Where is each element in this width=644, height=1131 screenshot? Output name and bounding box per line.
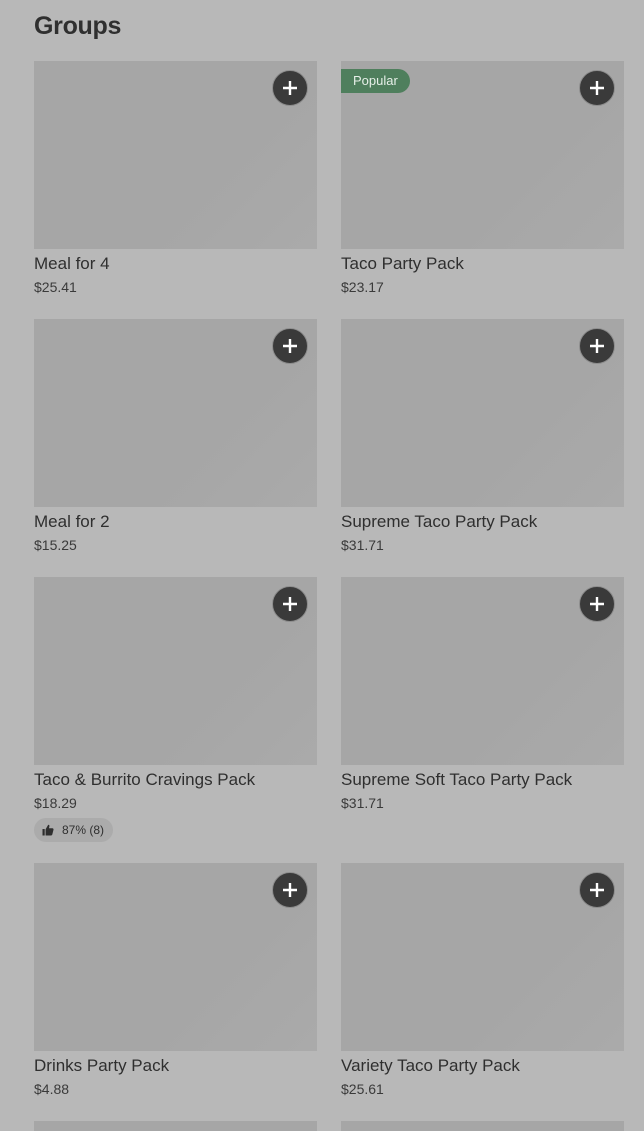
item-image-partial[interactable] bbox=[34, 1121, 317, 1131]
item-image bbox=[341, 863, 624, 1051]
add-item-button[interactable] bbox=[579, 586, 615, 622]
add-item-button[interactable] bbox=[272, 70, 308, 106]
item-price: $31.71 bbox=[341, 537, 384, 553]
add-item-button[interactable] bbox=[272, 872, 308, 908]
plus-icon bbox=[590, 883, 604, 897]
menu-item-card[interactable]: Meal for 2 $15.25 bbox=[34, 319, 317, 577]
item-image bbox=[341, 319, 624, 507]
item-name: Supreme Taco Party Pack bbox=[341, 512, 538, 531]
plus-icon bbox=[283, 81, 297, 95]
menu-item-card[interactable]: Supreme Taco Party Pack $31.71 bbox=[341, 319, 624, 577]
item-image-partial[interactable] bbox=[341, 1121, 624, 1131]
rating-text: 87% (8) bbox=[62, 823, 105, 837]
item-name: Supreme Soft Taco Party Pack bbox=[341, 770, 573, 789]
plus-icon bbox=[283, 883, 297, 897]
section-title: Groups bbox=[34, 12, 122, 40]
item-name: Drinks Party Pack bbox=[34, 1056, 170, 1075]
plus-icon bbox=[283, 597, 297, 611]
menu-item-card[interactable]: Drinks Party Pack $4.88 bbox=[34, 863, 317, 1121]
item-name: Taco & Burrito Cravings Pack bbox=[34, 770, 256, 789]
item-name: Taco Party Pack bbox=[341, 254, 464, 273]
thumbs-up-icon bbox=[42, 824, 54, 836]
plus-icon bbox=[590, 597, 604, 611]
item-price: $31.71 bbox=[341, 795, 384, 811]
add-item-button[interactable] bbox=[272, 328, 308, 364]
add-item-button[interactable] bbox=[579, 70, 615, 106]
popular-badge: Popular bbox=[341, 69, 410, 93]
menu-item-card[interactable]: Popular Taco Party Pack $23.17 bbox=[341, 61, 624, 319]
item-price: $25.61 bbox=[341, 1081, 384, 1097]
add-item-button[interactable] bbox=[579, 872, 615, 908]
item-image bbox=[34, 863, 317, 1051]
item-price: $23.17 bbox=[341, 279, 384, 295]
item-image: Popular bbox=[341, 61, 624, 249]
item-name: Meal for 2 bbox=[34, 512, 110, 531]
groups-grid: Meal for 4 $25.41 Popular Taco Party Pac… bbox=[34, 61, 624, 1121]
item-price: $4.88 bbox=[34, 1081, 70, 1097]
item-name: Meal for 4 bbox=[34, 254, 110, 273]
menu-item-card[interactable]: Meal for 4 $25.41 bbox=[34, 61, 317, 319]
plus-icon bbox=[283, 339, 297, 353]
menu-item-card[interactable]: Variety Taco Party Pack $25.61 bbox=[341, 863, 624, 1121]
item-price: $15.25 bbox=[34, 537, 77, 553]
plus-icon bbox=[590, 81, 604, 95]
item-price: $25.41 bbox=[34, 279, 77, 295]
item-image bbox=[341, 577, 624, 765]
item-name: Variety Taco Party Pack bbox=[341, 1056, 520, 1075]
rating-badge: 87% (8) bbox=[34, 818, 114, 842]
item-image bbox=[34, 577, 317, 765]
add-item-button[interactable] bbox=[579, 328, 615, 364]
item-image bbox=[34, 319, 317, 507]
item-price: $18.29 bbox=[34, 795, 77, 811]
menu-item-card[interactable]: Supreme Soft Taco Party Pack $31.71 bbox=[341, 577, 624, 863]
add-item-button[interactable] bbox=[272, 586, 308, 622]
plus-icon bbox=[590, 339, 604, 353]
item-image bbox=[34, 61, 317, 249]
menu-item-card[interactable]: Taco & Burrito Cravings Pack $18.29 87% … bbox=[34, 577, 317, 863]
